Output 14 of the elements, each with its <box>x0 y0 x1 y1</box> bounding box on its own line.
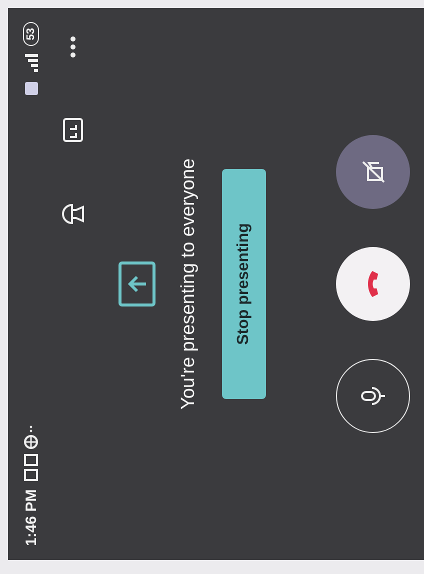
notification-icons <box>24 425 38 482</box>
camera-off-icon <box>360 159 386 185</box>
present-screen-icon <box>118 261 156 307</box>
signal-icon <box>24 54 38 74</box>
speaker-icon[interactable] <box>62 202 84 226</box>
phone-icon <box>367 271 379 297</box>
presenting-message: You're presenting to everyone <box>178 158 200 410</box>
microphone-button[interactable] <box>336 359 410 433</box>
more-options-icon[interactable] <box>70 36 76 58</box>
microphone-icon <box>360 386 386 406</box>
status-time: 1:46 PM <box>22 489 40 546</box>
captions-icon[interactable] <box>63 118 83 142</box>
stop-presenting-button[interactable]: Stop presenting <box>222 169 266 399</box>
battery-level: 53 <box>23 22 39 46</box>
